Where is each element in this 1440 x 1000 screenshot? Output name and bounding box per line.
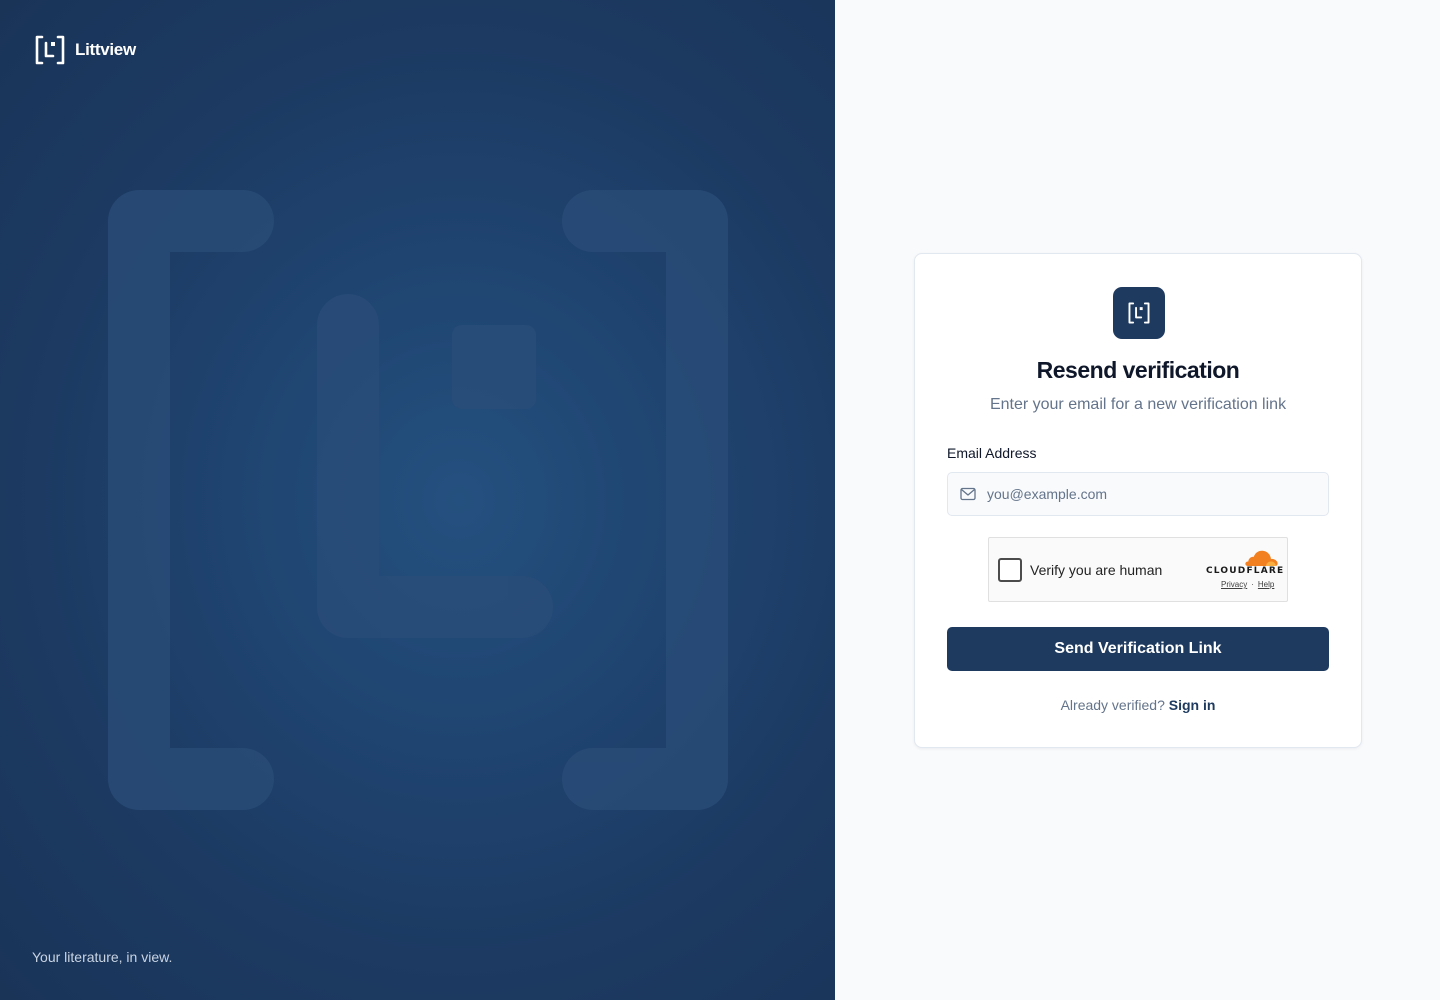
page-subtitle: Enter your email for a new verification …	[989, 396, 1287, 413]
cloudflare-turnstile-widget: Verify you are human CLOUDFLARE Privacy …	[988, 537, 1288, 602]
background-bracket-mark-icon	[108, 190, 728, 810]
brand-name: Littview	[75, 40, 136, 59]
sign-in-prompt: Already verified? Sign in	[915, 697, 1361, 713]
email-input[interactable]	[948, 473, 1328, 515]
form-panel: Resend verification Enter your email for…	[835, 0, 1440, 1000]
privacy-link[interactable]: Privacy	[1221, 580, 1247, 589]
tagline: Your literature, in view.	[32, 949, 173, 965]
hero-panel: Littview Your literature, in view.	[0, 0, 835, 1000]
littview-bracket-logo-icon	[1128, 302, 1150, 324]
verify-human-checkbox[interactable]	[998, 558, 1022, 582]
email-label: Email Address	[947, 445, 1037, 461]
help-link[interactable]: Help	[1258, 580, 1274, 589]
link-separator: ·	[1251, 580, 1254, 589]
send-verification-link-button[interactable]: Send Verification Link	[947, 627, 1329, 671]
captcha-label: Verify you are human	[1030, 562, 1163, 578]
card-logo-icon	[1113, 287, 1165, 339]
cloudflare-cloud-icon	[1245, 550, 1278, 566]
resend-verification-card: Resend verification Enter your email for…	[914, 253, 1362, 748]
captcha-links: Privacy · Help	[1221, 580, 1274, 589]
brand[interactable]: Littview	[35, 35, 136, 65]
cloudflare-wordmark: CLOUDFLARE	[1206, 566, 1285, 576]
littview-bracket-logo-icon	[35, 35, 65, 65]
sign-in-link[interactable]: Sign in	[1169, 697, 1216, 713]
page-title: Resend verification	[1036, 357, 1240, 383]
already-verified-text: Already verified?	[1060, 697, 1165, 713]
email-field-wrapper	[947, 472, 1329, 516]
